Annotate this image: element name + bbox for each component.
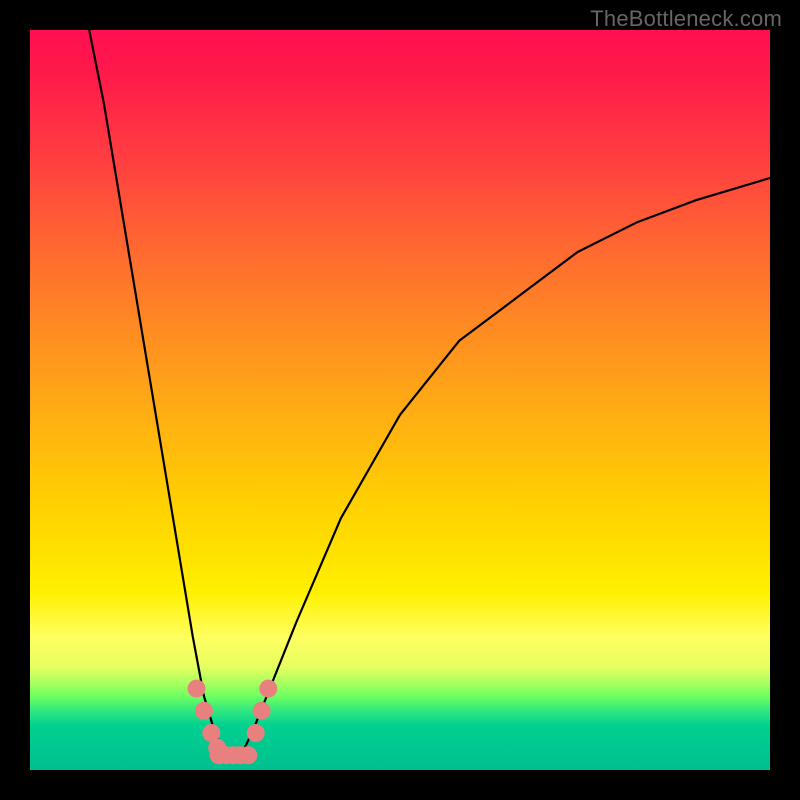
chart-svg xyxy=(30,30,770,770)
chart-markers xyxy=(188,680,278,765)
chart-marker-dot xyxy=(239,746,257,764)
chart-marker-dot xyxy=(259,680,277,698)
chart-container: TheBottleneck.com xyxy=(0,0,800,800)
chart-plot-area xyxy=(30,30,770,770)
chart-marker-dot xyxy=(253,702,271,720)
chart-marker-dot xyxy=(247,724,265,742)
chart-marker-dot xyxy=(188,680,206,698)
chart-curve xyxy=(89,30,770,755)
watermark-text: TheBottleneck.com xyxy=(590,6,782,32)
chart-marker-dot xyxy=(195,702,213,720)
